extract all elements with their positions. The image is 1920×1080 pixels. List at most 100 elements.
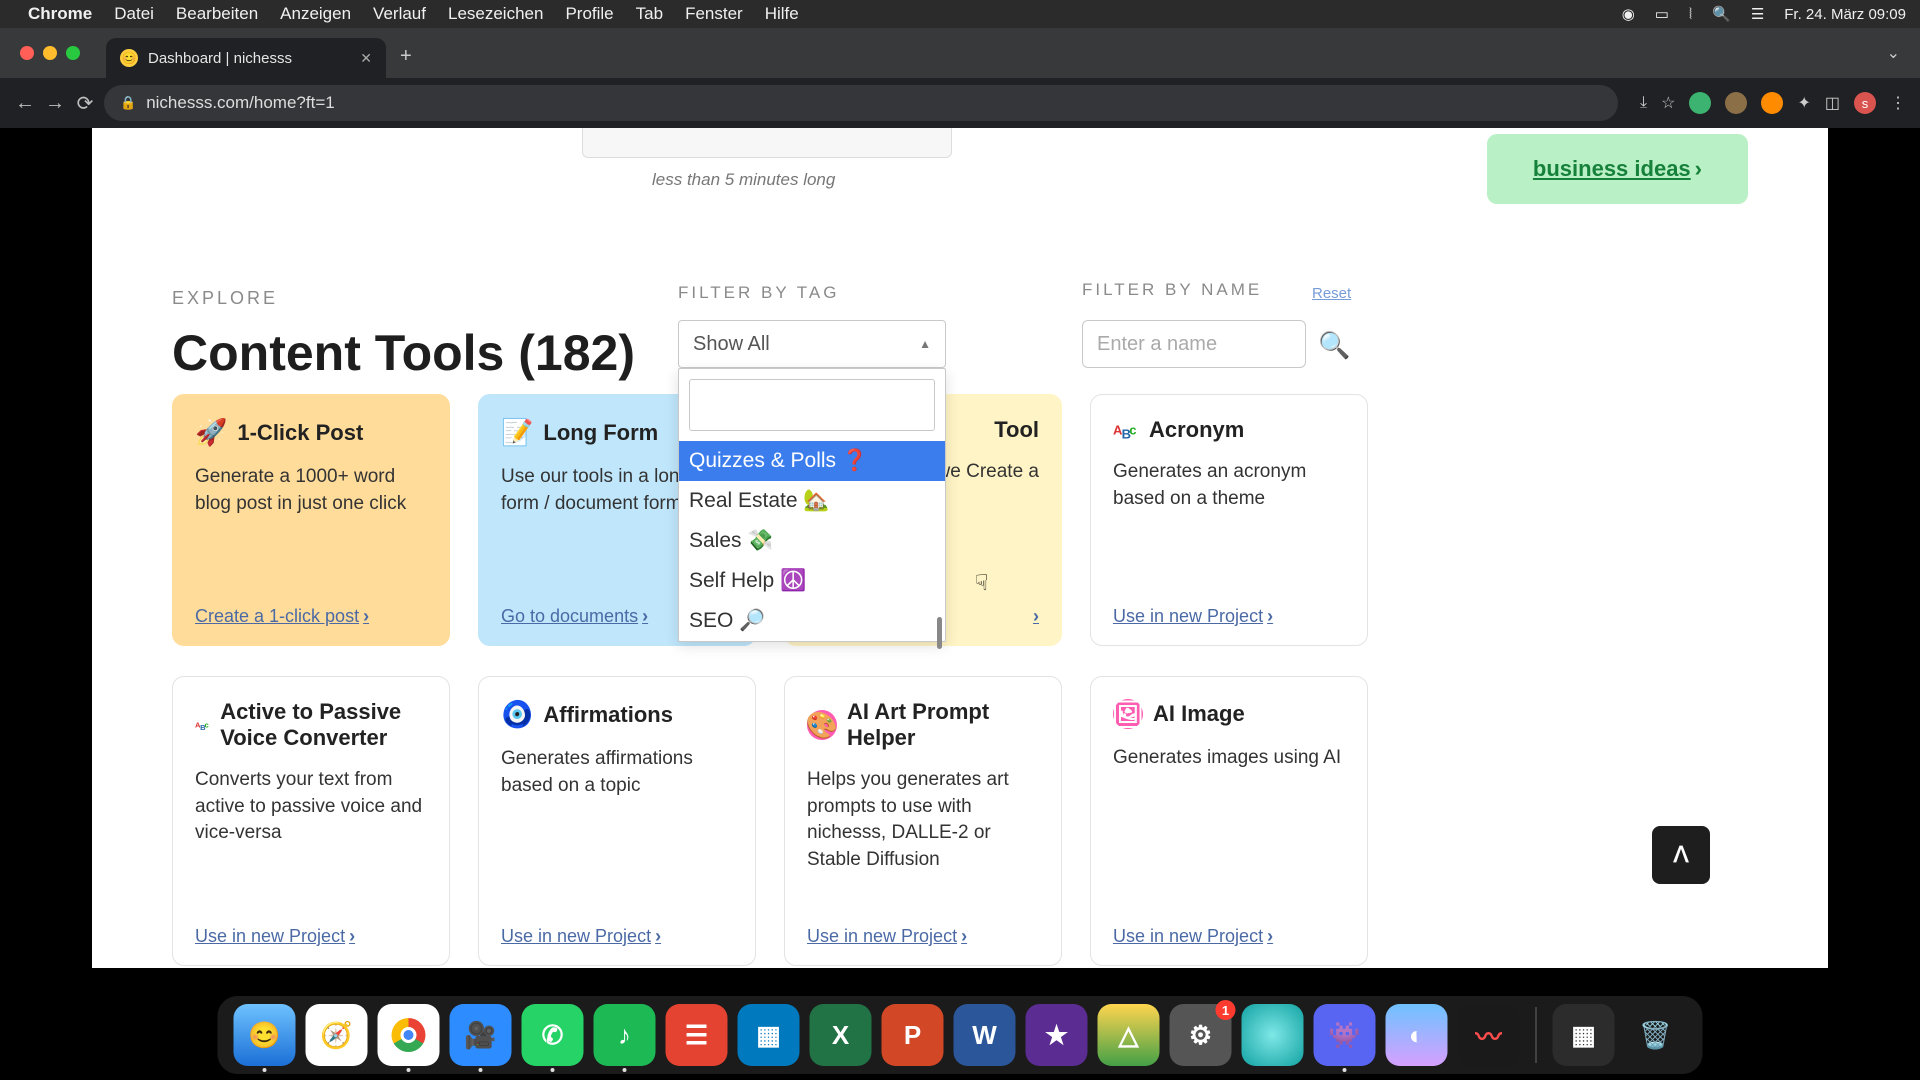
bookmark-star-icon[interactable]: ☆ (1661, 93, 1675, 113)
dock-app-launchpad[interactable]: ▦ (1553, 1004, 1615, 1066)
window-minimize-button[interactable] (43, 46, 57, 60)
chevron-right-icon: › (1267, 606, 1273, 626)
reload-button[interactable]: ⟳ (74, 91, 96, 116)
control-center-icon[interactable]: ☰ (1751, 5, 1764, 23)
card-action-link[interactable]: Use in new Project (501, 926, 651, 946)
macos-menubar: Chrome Datei Bearbeiten Anzeigen Verlauf… (0, 0, 1920, 28)
page-content: less than 5 minutes long business ideas›… (92, 128, 1828, 968)
dock-app-excel[interactable]: X (810, 1004, 872, 1066)
search-icon[interactable]: 🔍 (1318, 330, 1350, 361)
menubar-item-lesezeichen[interactable]: Lesezeichen (448, 4, 543, 24)
spotlight-icon[interactable]: 🔍 (1712, 5, 1731, 23)
dock-app-powerpoint[interactable]: P (882, 1004, 944, 1066)
tag-filter-select[interactable]: Show All ▲ (678, 320, 946, 368)
screenrec-icon[interactable]: ◉ (1622, 5, 1635, 23)
dock-app-todoist[interactable]: ☰ (666, 1004, 728, 1066)
extension-icon-1[interactable] (1689, 92, 1711, 114)
business-ideas-link[interactable]: business ideas (1533, 156, 1691, 181)
card-action-link[interactable]: Go to documents (501, 606, 638, 626)
menubar-item-bearbeiten[interactable]: Bearbeiten (176, 4, 258, 24)
palette-icon: 🎨 (807, 710, 837, 740)
card-ai-image[interactable]: 🖼AI Image Generates images using AI Use … (1090, 676, 1368, 966)
dock-app-generic-1[interactable] (1242, 1004, 1304, 1066)
menubar-item-anzeigen[interactable]: Anzeigen (280, 4, 351, 24)
window-zoom-button[interactable] (66, 46, 80, 60)
tab-title: Dashboard | nichesss (148, 50, 292, 67)
dock-app-discord[interactable]: 👾 (1314, 1004, 1376, 1066)
dock-app-drive[interactable]: △ (1098, 1004, 1160, 1066)
menubar-item-datei[interactable]: Datei (114, 4, 154, 24)
card-action-link[interactable]: Use in new Project (1113, 606, 1263, 626)
menubar-clock[interactable]: Fr. 24. März 09:09 (1784, 6, 1906, 23)
chevron-right-icon: › (961, 926, 967, 946)
tabs-dropdown-icon[interactable]: ⌄ (1887, 43, 1900, 63)
dock-app-imovie[interactable]: ★ (1026, 1004, 1088, 1066)
dropdown-search-input[interactable] (689, 379, 935, 431)
video-thumbnail[interactable] (582, 128, 952, 158)
battery-icon[interactable]: ▭ (1655, 5, 1669, 23)
chrome-tabstrip: 😊 Dashboard | nichesss ✕ + ⌄ (0, 28, 1920, 78)
new-tab-button[interactable]: + (400, 45, 412, 68)
install-app-icon[interactable]: ⤓ (1640, 94, 1647, 112)
dropdown-option-seo[interactable]: SEO 🔎 (679, 601, 945, 641)
chrome-menu-icon[interactable]: ⋮ (1890, 93, 1906, 113)
back-button[interactable]: ← (14, 92, 36, 115)
dropdown-option-sales[interactable]: Sales 💸 (679, 521, 945, 561)
profile-avatar[interactable]: s (1854, 92, 1876, 114)
card-acronym[interactable]: ABc Acronym Generates an acronym based o… (1090, 394, 1368, 646)
sidepanel-icon[interactable]: ◫ (1825, 93, 1840, 113)
menubar-item-tab[interactable]: Tab (636, 4, 663, 24)
dock-app-generic-3[interactable]: 〰 (1458, 1004, 1520, 1066)
tag-filter-selected-text: Show All (693, 333, 770, 356)
card-title: 1-Click Post (237, 420, 363, 446)
dock-app-zoom[interactable]: 🎥 (450, 1004, 512, 1066)
dock-app-chrome[interactable] (378, 1004, 440, 1066)
browser-tab[interactable]: 😊 Dashboard | nichesss ✕ (106, 38, 386, 78)
card-ai-art-prompt[interactable]: 🎨AI Art Prompt Helper Helps you generate… (784, 676, 1062, 966)
dock-app-generic-2[interactable]: ◐ (1386, 1004, 1448, 1066)
dock-app-word[interactable]: W (954, 1004, 1016, 1066)
menubar-item-fenster[interactable]: Fenster (685, 4, 743, 24)
tag-filter-dropdown: Quizzes & Polls ❓ Real Estate 🏡 Sales 💸 … (678, 368, 946, 642)
abc-icon: ABc (1113, 417, 1139, 443)
lock-icon[interactable]: 🔒 (120, 95, 136, 111)
card-action-link[interactable]: Create a 1-click post (195, 606, 359, 626)
chevron-right-icon: › (1267, 926, 1273, 946)
wifi-icon[interactable]: ⦚ (1689, 6, 1692, 23)
extensions-puzzle-icon[interactable]: ✦ (1797, 93, 1810, 113)
dock-app-trello[interactable]: ▦ (738, 1004, 800, 1066)
chevron-right-icon: › (1695, 156, 1702, 181)
extension-icon-3[interactable] (1761, 92, 1783, 114)
tab-close-icon[interactable]: ✕ (360, 50, 372, 67)
dock-app-spotify[interactable]: ♪ (594, 1004, 656, 1066)
chevron-right-icon: › (655, 926, 661, 946)
reset-link[interactable]: Reset (1312, 285, 1351, 302)
business-ideas-card[interactable]: business ideas› (1487, 134, 1748, 204)
tab-favicon: 😊 (120, 49, 138, 67)
scroll-to-top-button[interactable]: ᐱ (1652, 826, 1710, 884)
dock-trash[interactable]: 🗑️ (1625, 1004, 1687, 1066)
dock-app-safari[interactable]: 🧭 (306, 1004, 368, 1066)
dock-app-settings[interactable]: ⚙1 (1170, 1004, 1232, 1066)
dropdown-scrollbar[interactable] (937, 617, 942, 649)
dropdown-option-self-help[interactable]: Self Help ☮️ (679, 561, 945, 601)
card-1-click-post[interactable]: 🚀1-Click Post Generate a 1000+ word blog… (172, 394, 450, 646)
dropdown-option-real-estate[interactable]: Real Estate 🏡 (679, 481, 945, 521)
menubar-item-hilfe[interactable]: Hilfe (765, 4, 799, 24)
name-filter-input[interactable]: Enter a name (1082, 320, 1306, 368)
menubar-item-profile[interactable]: Profile (565, 4, 613, 24)
card-action-link[interactable]: Use in new Project (807, 926, 957, 946)
extension-icon-2[interactable] (1725, 92, 1747, 114)
card-affirmations[interactable]: 🧿Affirmations Generates affirmations bas… (478, 676, 756, 966)
dock-app-whatsapp[interactable]: ✆ (522, 1004, 584, 1066)
menubar-app-name[interactable]: Chrome (28, 4, 92, 24)
forward-button[interactable]: → (44, 92, 66, 115)
menubar-item-verlauf[interactable]: Verlauf (373, 4, 426, 24)
dock-app-finder[interactable]: 😊 (234, 1004, 296, 1066)
dropdown-option-quizzes-polls[interactable]: Quizzes & Polls ❓ (679, 441, 945, 481)
address-bar[interactable]: 🔒 nichesss.com/home?ft=1 (104, 85, 1618, 121)
window-close-button[interactable] (20, 46, 34, 60)
card-active-passive[interactable]: ABc Active to Passive Voice Converter Co… (172, 676, 450, 966)
card-action-link[interactable]: Use in new Project (195, 926, 345, 946)
card-action-link[interactable]: Use in new Project (1113, 926, 1263, 946)
